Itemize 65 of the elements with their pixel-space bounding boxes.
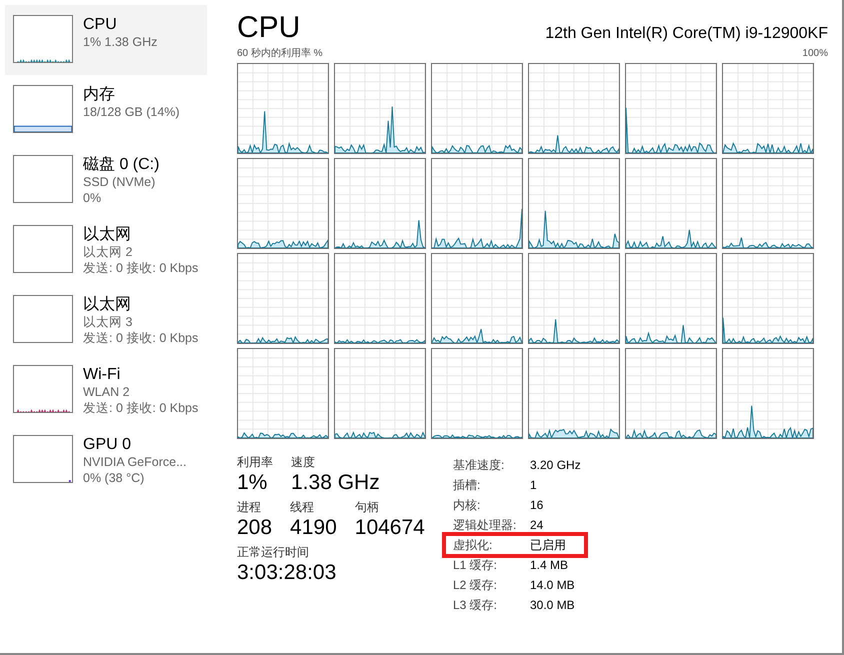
stat-value: 208 — [237, 515, 272, 541]
sidebar-item-title: 磁盘 0 (C:) — [83, 155, 160, 174]
stat-label: 利用率 — [237, 455, 273, 470]
usage-graph-thumbnail — [13, 225, 73, 273]
detail-label: 虚拟化: — [453, 537, 494, 554]
sidebar-item-title: GPU 0 — [83, 435, 132, 454]
usage-graph-thumbnail — [13, 295, 73, 343]
stat-label: 正常运行时间 — [237, 545, 310, 560]
sidebar-item-detail: 0% — [83, 190, 102, 206]
detail-value: 3.20 GHz — [530, 457, 581, 474]
sidebar-item-detail: 发送: 0 接收: 0 Kbps — [83, 400, 198, 416]
detail-value: 1.4 MB — [530, 557, 568, 574]
stat-value: 1.38 GHz — [291, 470, 380, 496]
sidebar-item-title: Wi-Fi — [83, 365, 122, 384]
graph-max-label: 100% — [802, 47, 828, 61]
sidebar-item-title: 以太网 — [83, 295, 132, 314]
detail-label: L3 缓存: — [453, 597, 498, 614]
sidebar-item-detail: WLAN 2 — [83, 384, 131, 400]
sidebar-item[interactable]: CPU 1% 1.38 GHz — [5, 5, 207, 75]
sidebar-item-title: CPU — [83, 15, 118, 34]
sidebar-item-detail: 18/128 GB (14%) — [83, 104, 180, 120]
detail-label: 逻辑处理器: — [453, 517, 518, 534]
sidebar-item-detail: 以太网 2 — [83, 244, 134, 260]
usage-graph-thumbnail — [13, 85, 73, 133]
usage-graph-thumbnail — [13, 365, 73, 413]
detail-value: 已启用 — [530, 537, 566, 554]
stat-label: 句柄 — [354, 500, 380, 515]
sidebar-item-title: 以太网 — [83, 225, 132, 244]
sidebar-item-detail: 发送: 0 接收: 0 Kbps — [83, 330, 198, 346]
detail-label: 插槽: — [453, 477, 482, 494]
sidebar-item-title: 内存 — [83, 85, 116, 104]
stat-value: 1% — [237, 470, 268, 496]
usage-graph-thumbnail — [13, 15, 73, 63]
detail-label: 基准速度: — [453, 457, 506, 474]
sidebar-item-detail: 发送: 0 接收: 0 Kbps — [83, 260, 198, 276]
stat-label: 进程 — [237, 500, 262, 515]
sidebar-item[interactable]: 以太网 以太网 2 发送: 0 接收: 0 Kbps — [5, 215, 207, 285]
detail-label: L2 缓存: — [453, 577, 498, 594]
detail-value: 1 — [530, 477, 537, 494]
sidebar-item[interactable]: 磁盘 0 (C:) SSD (NVMe) 0% — [5, 145, 207, 215]
detail-label: 内核: — [453, 497, 482, 514]
stat-value: 4190 — [290, 515, 337, 541]
stat-label: 速度 — [291, 455, 316, 470]
sidebar-item[interactable]: GPU 0 NVIDIA GeForce... 0% (38 °C) — [5, 425, 207, 495]
stat-label: 线程 — [290, 500, 316, 515]
stat-value: 3:03:28:03 — [237, 560, 336, 586]
sidebar-item[interactable]: Wi-Fi WLAN 2 发送: 0 接收: 0 Kbps — [5, 355, 207, 425]
detail-value: 16 — [530, 497, 544, 514]
sidebar-item[interactable]: 内存 18/128 GB (14%) — [5, 75, 207, 145]
sidebar-item-detail: 以太网 3 — [83, 314, 134, 330]
detail-value: 14.0 MB — [530, 577, 575, 594]
processor-model: 12th Gen Intel(R) Core(TM) i9-12900KF — [545, 24, 828, 44]
usage-graph-thumbnail — [13, 435, 73, 483]
detail-value: 30.0 MB — [530, 597, 575, 614]
sidebar-item-detail: 0% (38 °C) — [83, 470, 146, 486]
detail-label: L1 缓存: — [453, 557, 498, 574]
graph-caption: 60 秒内的利用率 % — [237, 46, 323, 61]
usage-graph-thumbnail — [13, 155, 73, 203]
sidebar-item-detail: NVIDIA GeForce... — [83, 454, 187, 470]
page-title: CPU — [237, 10, 300, 46]
stat-value: 104674 — [354, 515, 425, 541]
sidebar-item-detail: 1% 1.38 GHz — [83, 34, 158, 50]
detail-value: 24 — [530, 517, 544, 534]
sidebar-item[interactable]: 以太网 以太网 3 发送: 0 接收: 0 Kbps — [5, 285, 207, 355]
sidebar-item-detail: SSD (NVMe) — [83, 174, 156, 190]
